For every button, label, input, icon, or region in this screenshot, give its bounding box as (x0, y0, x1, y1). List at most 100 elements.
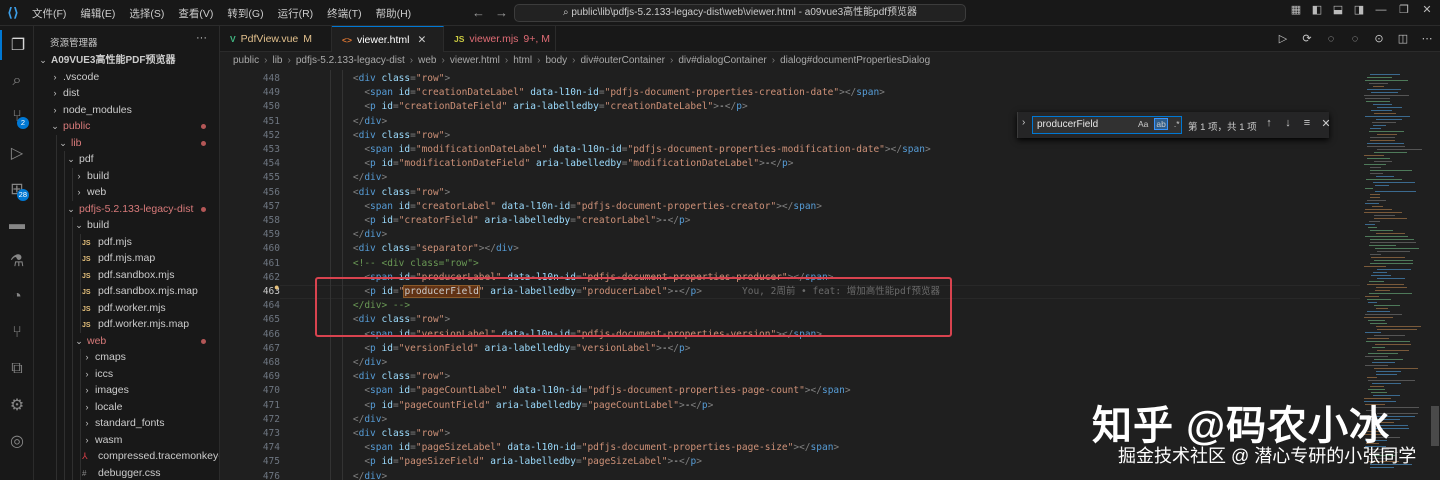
code-editor[interactable]: 448 <div class="row"> 449 <span id="creat… (220, 70, 1440, 480)
tree-folder[interactable]: › .vscode (34, 69, 219, 86)
tree-folder[interactable]: ⌄ web (34, 332, 219, 349)
code-line[interactable]: </div> (330, 228, 387, 242)
code-line[interactable]: <p id="creatorField" aria-labelledby="cr… (330, 214, 690, 228)
tree-file[interactable]: ⅄ compressed.tracemonkey-pld... (34, 448, 219, 465)
code-line[interactable]: <!-- <div class="row"> (330, 257, 479, 271)
tree-folder[interactable]: › cmaps (34, 349, 219, 366)
whole-word-toggle[interactable]: ab (1154, 118, 1168, 130)
tree-file[interactable]: JS pdf.mjs (34, 233, 219, 250)
next-match-icon[interactable]: ↓ (1281, 117, 1295, 130)
code-line[interactable]: <div class="row"> (330, 427, 450, 441)
tree-folder[interactable]: › images (34, 382, 219, 399)
command-center[interactable]: ⌕ public\lib\pdfjs-5.2.133-legacy-dist\w… (514, 4, 966, 22)
code-line[interactable]: </div> (330, 470, 387, 480)
menu-item[interactable]: 终端(T) (327, 6, 361, 21)
find-in-selection-icon[interactable]: ≡ (1300, 117, 1314, 130)
code-line[interactable]: <div class="row"> (330, 72, 450, 86)
tree-folder[interactable]: ⌄ A09VUE3高性能PDF预览器 (34, 52, 219, 69)
code-line[interactable]: <span id="pageCountLabel" data-l10n-id="… (330, 384, 850, 398)
tree-folder[interactable]: › locale (34, 398, 219, 415)
code-line[interactable]: <span id="creatorLabel" data-l10n-id="pd… (330, 200, 822, 214)
tree-folder[interactable]: ⌄ pdf (34, 151, 219, 168)
menu-item[interactable]: 编辑(E) (80, 6, 115, 21)
tree-file[interactable]: JS pdf.sandbox.mjs (34, 266, 219, 283)
menu-item[interactable]: 选择(S) (129, 6, 164, 21)
tree-folder[interactable]: ⌄ lib (34, 134, 219, 151)
run-icon[interactable]: ▷ (1276, 32, 1290, 46)
remote-icon[interactable]: ▬ (0, 210, 34, 240)
toggle-sidebar-icon[interactable]: ◧ (1311, 4, 1323, 16)
extensions-icon[interactable]: ⊞ 28 (0, 174, 34, 204)
tree-file[interactable]: # debugger.css (34, 464, 219, 480)
menu-item[interactable]: 运行(R) (278, 6, 314, 21)
customize-layout-icon[interactable]: ▦ (1290, 4, 1302, 16)
explorer-icon[interactable]: ❐ (0, 30, 34, 60)
code-line[interactable]: <div class="row"> (330, 370, 450, 384)
code-line[interactable]: <div class="row"> (330, 186, 450, 200)
source-control-icon[interactable]: ⑂ 2 (0, 102, 34, 132)
next-change-icon[interactable]: ◌ (1348, 32, 1362, 46)
code-line[interactable]: <span id="creationDateLabel" data-l10n-i… (330, 86, 885, 100)
code-line[interactable]: <p id="creationDateField" aria-labelledb… (330, 100, 747, 114)
code-line[interactable]: <span id="pageSizeLabel" data-l10n-id="p… (330, 441, 839, 455)
breadcrumb-item[interactable]: html (513, 55, 532, 66)
split-editor-icon[interactable]: ◫ (1396, 32, 1410, 46)
menu-item[interactable]: 查看(V) (178, 6, 213, 21)
match-case-toggle[interactable]: Aa (1138, 119, 1148, 129)
tree-folder[interactable]: › standard_fonts (34, 415, 219, 432)
tab[interactable]: JS viewer.mjs 9+, M (444, 26, 556, 52)
testing-icon[interactable]: ⚗ (0, 246, 34, 276)
tree-folder[interactable]: › iccs (34, 365, 219, 382)
tree-file[interactable]: JS pdf.sandbox.mjs.map (34, 283, 219, 300)
tree-folder[interactable]: › wasm (34, 431, 219, 448)
containers-icon[interactable]: ⧉ (0, 354, 34, 384)
tree-folder[interactable]: ⌄ pdfjs-5.2.133-legacy-dist (34, 200, 219, 217)
git-graph-icon[interactable]: ⑂ (0, 318, 34, 348)
minimap[interactable] (1360, 70, 1430, 480)
close-tab-icon[interactable]: ✕ (417, 34, 426, 46)
restore-icon[interactable]: ❐ (1397, 4, 1411, 16)
search-icon[interactable]: ⌕ (0, 66, 34, 96)
more-actions-icon[interactable]: ··· (196, 32, 207, 44)
code-line[interactable]: <span id="modificationDateLabel" data-l1… (330, 143, 930, 157)
breadcrumb-item[interactable]: viewer.html (450, 55, 500, 66)
code-line[interactable]: </div> (330, 171, 387, 185)
tab[interactable]: V PdfView.vue M (220, 26, 332, 52)
code-line[interactable]: <p id="pageSizeField" aria-labelledby="p… (330, 455, 702, 469)
menu-item[interactable]: 文件(F) (32, 6, 66, 21)
timeline-icon[interactable]: ◔ (0, 282, 34, 312)
tree-file[interactable]: JS pdf.worker.mjs.map (34, 316, 219, 333)
code-line[interactable]: <p id="pageCountField" aria-labelledby="… (330, 399, 713, 413)
minimize-icon[interactable]: — (1374, 4, 1388, 16)
regex-toggle[interactable]: .* (1174, 119, 1180, 129)
copilot-chat-icon[interactable]: ⟳ (1300, 32, 1314, 46)
code-line[interactable]: </div> (330, 115, 387, 129)
code-line[interactable]: <div class="row"> (330, 129, 450, 143)
breadcrumb-item[interactable]: lib (272, 55, 282, 66)
code-line[interactable]: <p id="versionField" aria-labelledby="ve… (330, 342, 690, 356)
tools-icon[interactable]: ⚙ (0, 390, 34, 420)
toggle-panel-icon[interactable]: ⬓ (1332, 4, 1344, 16)
breadcrumb-item[interactable]: dialog#documentPropertiesDialog (780, 55, 930, 66)
previous-match-icon[interactable]: ↑ (1262, 117, 1276, 130)
tab[interactable]: <> viewer.html ✕ (332, 26, 444, 52)
tree-folder[interactable]: › build (34, 167, 219, 184)
scrollbar-thumb[interactable] (1431, 406, 1439, 446)
close-window-icon[interactable]: ✕ (1420, 4, 1434, 16)
code-line[interactable]: </div> (330, 356, 387, 370)
code-line[interactable]: </div> (330, 413, 387, 427)
tree-folder[interactable]: ⌄ build (34, 217, 219, 234)
tree-folder[interactable]: › node_modules (34, 102, 219, 119)
tree-file[interactable]: JS pdf.mjs.map (34, 250, 219, 267)
breadcrumb-item[interactable]: pdfjs-5.2.133-legacy-dist (296, 55, 405, 66)
previous-change-icon[interactable]: ◌ (1324, 32, 1338, 46)
tree-file[interactable]: JS pdf.worker.mjs (34, 299, 219, 316)
tree-folder[interactable]: › web (34, 184, 219, 201)
forward-arrow-icon[interactable]: → (495, 5, 508, 20)
more-editor-actions-icon[interactable]: ⋯ (1420, 32, 1434, 46)
copilot-icon[interactable]: ◎ (0, 426, 34, 456)
code-line[interactable]: <p id="modificationDateField" aria-label… (330, 157, 793, 171)
breadcrumb-item[interactable]: public (233, 55, 259, 66)
breadcrumb-item[interactable]: div#outerContainer (580, 55, 665, 66)
code-line[interactable]: <div class="separator"></div> (330, 242, 519, 256)
